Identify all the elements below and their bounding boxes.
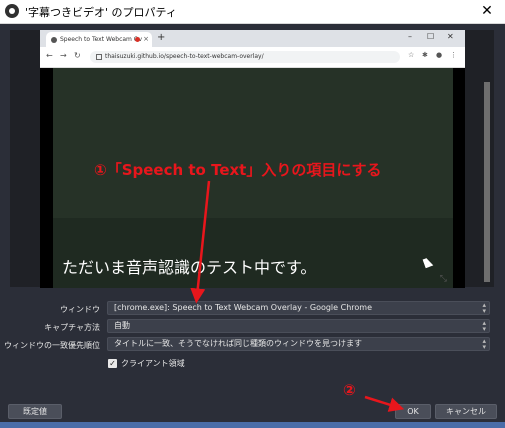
window-title: '字幕つきビデオ' のプロパティ bbox=[25, 6, 177, 19]
reload-icon: ↻ bbox=[74, 51, 81, 60]
client-area-label: クライアント領域 bbox=[121, 359, 185, 368]
chrome-tab-strip: Speech to Text Webcam Ov × + – ☐ ✕ bbox=[40, 30, 465, 47]
speech-caption: ただいま音声認識のテスト中です。 bbox=[62, 258, 317, 277]
chrome-tab-title: Speech to Text Webcam Ov bbox=[60, 36, 143, 43]
window-select-value: [chrome.exe]: Speech to Text Webcam Over… bbox=[114, 303, 372, 312]
annotation-step-1: ①「Speech to Text」入りの項目にする bbox=[94, 161, 382, 179]
window-priority-label: ウィンドウの一致優先順位 bbox=[4, 341, 100, 350]
client-area-checkbox[interactable]: ✓ bbox=[108, 359, 117, 368]
defaults-button[interactable]: 既定値 bbox=[8, 404, 62, 419]
tab-close-icon: × bbox=[143, 35, 149, 43]
chrome-tab: Speech to Text Webcam Ov × bbox=[46, 32, 152, 47]
preview-scrollbar[interactable] bbox=[480, 30, 494, 287]
back-icon: ← bbox=[46, 51, 53, 60]
profile-icon: ● bbox=[436, 51, 443, 59]
window-priority-select[interactable]: タイトルに一致、そうでなければ同じ種類のウィンドウを見つけます ▴ ▾ bbox=[107, 337, 490, 351]
forward-icon: → bbox=[60, 51, 67, 60]
spinner-arrows-icon: ▴ ▾ bbox=[482, 301, 486, 315]
scrollbar-thumb[interactable] bbox=[484, 82, 490, 282]
spinner-arrows-icon: ▴ ▾ bbox=[482, 319, 486, 333]
taskbar-edge bbox=[0, 422, 505, 428]
window-label: ウィンドウ bbox=[60, 305, 100, 314]
lock-icon bbox=[96, 53, 102, 60]
capture-method-value: 自動 bbox=[114, 321, 130, 330]
chrome-close-icon: ✕ bbox=[447, 32, 454, 41]
spinner-arrows-icon: ▴ ▾ bbox=[482, 337, 486, 351]
url-text: thaisuzuki.github.io/speech-to-text-webc… bbox=[105, 53, 264, 60]
star-icon: ☆ bbox=[408, 51, 415, 59]
capture-method-label: キャプチャ方法 bbox=[44, 323, 100, 332]
arrow-to-ok-button bbox=[364, 395, 405, 412]
resize-grip-icon: ⤡ bbox=[439, 274, 447, 284]
close-window-button[interactable]: ✕ bbox=[473, 1, 501, 21]
globe-icon bbox=[51, 36, 57, 43]
chrome-toolbar: ← → ↻ thaisuzuki.github.io/speech-to-tex… bbox=[40, 47, 465, 68]
puzzle-icon: ✱ bbox=[422, 51, 428, 59]
recording-dot-icon bbox=[135, 37, 140, 42]
window-priority-value: タイトルに一致、そうでなければ同じ種類のウィンドウを見つけます bbox=[114, 339, 362, 348]
obs-logo-icon bbox=[5, 4, 19, 18]
cancel-button[interactable]: キャンセル bbox=[435, 404, 497, 419]
minimize-icon: – bbox=[408, 32, 412, 41]
capture-method-select[interactable]: 自動 ▴ ▾ bbox=[107, 319, 490, 333]
new-tab-icon: + bbox=[157, 32, 166, 43]
window-select[interactable]: [chrome.exe]: Speech to Text Webcam Over… bbox=[107, 301, 490, 315]
maximize-icon: ☐ bbox=[427, 32, 435, 41]
ok-button[interactable]: OK bbox=[395, 404, 431, 419]
menu-icon: ⋮ bbox=[450, 51, 457, 59]
title-bar: '字幕つきビデオ' のプロパティ ✕ bbox=[0, 0, 505, 24]
annotation-step-2: ② bbox=[343, 381, 356, 399]
address-bar: thaisuzuki.github.io/speech-to-text-webc… bbox=[90, 51, 400, 63]
